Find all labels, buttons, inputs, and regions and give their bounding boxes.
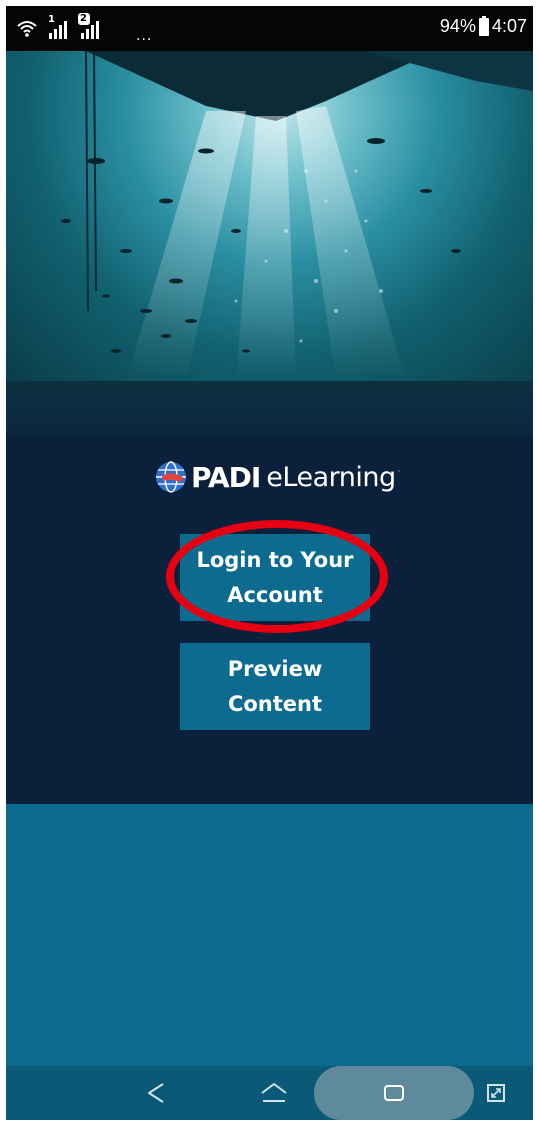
- hero-bottom-band: [6, 381, 533, 436]
- back-icon: [148, 1083, 164, 1103]
- app-screen: 1 2 ... 94% 4:07 PADI eLearning · Login …: [6, 6, 533, 1120]
- status-overflow-indicator: ...: [136, 28, 153, 44]
- hero-underwater-image: [6, 51, 533, 381]
- signal-sim1-icon: 1: [44, 14, 70, 42]
- preview-content-button[interactable]: Preview Content: [180, 643, 370, 730]
- expand-button[interactable]: [476, 1066, 516, 1120]
- expand-icon: [487, 1084, 505, 1102]
- login-panel: PADI eLearning · Login to Your Account P…: [6, 436, 533, 804]
- status-bar: 1 2 ... 94% 4:07: [6, 6, 533, 51]
- logo-brand-text: PADI: [191, 460, 261, 494]
- battery-icon: [478, 15, 489, 36]
- clock: 4:07: [491, 16, 527, 36]
- signal-sim2-icon: 2: [76, 13, 106, 42]
- login-button[interactable]: Login to Your Account: [180, 534, 370, 621]
- logo-product-text: eLearning: [266, 461, 396, 493]
- padi-elearning-logo: PADI eLearning ·: [154, 459, 400, 495]
- background-area: [6, 804, 533, 1066]
- home-icon: [261, 1083, 287, 1102]
- trademark-mark: ·: [397, 467, 401, 476]
- home-button[interactable]: [249, 1066, 299, 1120]
- underwater-scene-image: [61, 51, 533, 381]
- system-navigation-bar: [6, 1066, 533, 1120]
- status-icons-right: 94% 4:07: [439, 15, 527, 37]
- status-icons-left: 1 2: [16, 13, 106, 44]
- wifi-icon: [17, 21, 37, 37]
- battery-percent: 94%: [439, 16, 476, 36]
- back-button[interactable]: [131, 1066, 181, 1120]
- globe-logo-icon: [156, 461, 186, 493]
- recents-button[interactable]: [314, 1066, 474, 1120]
- recents-icon: [384, 1085, 404, 1101]
